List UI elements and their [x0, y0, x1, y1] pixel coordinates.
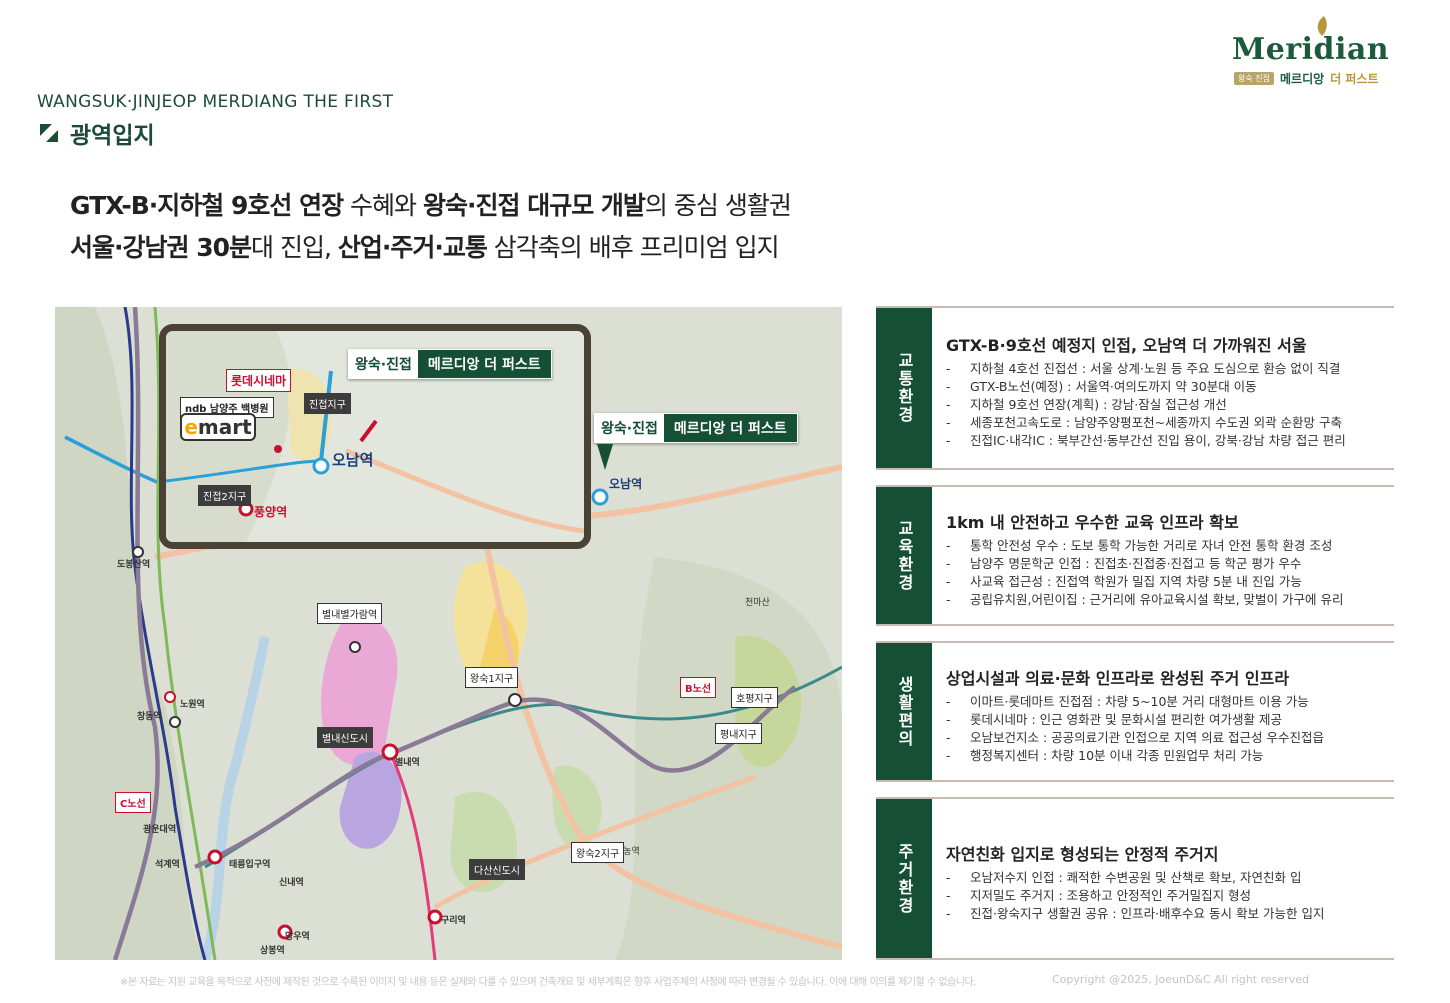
- list-item: 지저밀도 주거지 : 조용하고 안정적인 주거밀집지 형성: [946, 887, 1386, 905]
- list-item: 지하철 4호선 진접선 : 서울 상계·노원 등 주요 도심으로 환승 없이 직…: [946, 360, 1386, 378]
- panel-side: 교육환경: [876, 487, 932, 624]
- wangsuk1-tag: 왕숙1지구: [465, 667, 519, 688]
- section-title: 광역입지: [38, 116, 155, 150]
- seokgye-label: 석계역: [155, 860, 180, 870]
- list-item: GTX-B노선(예정) : 서울역·여의도까지 약 30분대 이동: [946, 378, 1386, 396]
- headline-segment: 왕숙·진접 대규모 개발: [423, 191, 646, 220]
- headline-segment: 서울·강남권 30분: [70, 233, 252, 262]
- list-item: 이마트·롯데마트 진접점 : 차량 5~10분 거리 대형마트 이용 가능: [946, 693, 1386, 711]
- list-item: 남양주 명문학군 인접 : 진접초·진접중·진접고 등 학군 평가 우수: [946, 555, 1386, 573]
- panel-education: 교육환경 1km 내 안전하고 우수한 교육 인프라 확보 통학 안전성 우수 …: [876, 485, 1394, 626]
- sangbong-label: 상봉역: [260, 946, 285, 956]
- dobong-label: 도봉산역: [117, 560, 151, 570]
- jinjeop2-district-tag: 진접2지구: [198, 485, 252, 506]
- onam-station-main-label: 오남역: [609, 477, 643, 491]
- list-item: 세종포천고속도로 : 남양주양평포천~세종까지 수도권 외곽 순환망 구축: [946, 414, 1386, 432]
- headline-segment: 대 진입,: [251, 233, 338, 262]
- wangsuk2-tag: 왕숙2지구: [571, 842, 625, 863]
- list-item: 지하철 9호선 연장(계획) : 강남·잠실 접근성 개선: [946, 396, 1386, 414]
- regional-map: 오남역 왕숙·진접 메르디앙 더 퍼스트 도봉산역 노원역 창동역 광운대역 석…: [55, 307, 842, 960]
- panel-side: 생활편의: [876, 643, 932, 780]
- taereung-label: 태릉입구역: [229, 860, 271, 870]
- logo-sub-a: 메르디앙: [1279, 72, 1325, 86]
- disclaimer: ※본 자료는 지원 교육을 목적으로 사전에 제작된 것으로 수록된 이미지 및…: [120, 977, 976, 988]
- panel-content: 자연친화 입지로 형성되는 안정적 주거지 오남저수지 인접 : 쾌적한 수변공…: [946, 841, 1386, 923]
- lotte-cinema-tag: 롯데시네마: [226, 369, 292, 392]
- panel-side: 주거환경: [876, 799, 932, 958]
- list-item: 진접·왕숙지구 생활권 공유 : 인프라·배후수요 동시 확보 가능한 입지: [946, 905, 1386, 923]
- section-mark-icon: [40, 124, 58, 142]
- mangu-label: 망우역: [285, 932, 310, 942]
- meridian-logo: Meridian 왕숙 진접 메르디앙 더 퍼스트: [1228, 14, 1390, 90]
- site-label-inset-b: 메르디앙 더 퍼스트: [417, 350, 551, 378]
- headline-line-2: 서울·강남권 30분대 진입, 산업·주거·교통 삼각축의 배후 프리미엄 입지: [70, 228, 780, 264]
- panel-side: 교통환경: [876, 308, 932, 468]
- panel-transport: 교통환경 GTX-B·9호선 예정지 인접, 오남역 더 가까워진 서울 지하철…: [876, 306, 1394, 470]
- gtx-b-badge: B노선: [680, 677, 717, 698]
- nowon-label: 노원역: [180, 700, 205, 710]
- headline-segment: GTX-B·지하철 9호선 연장: [70, 191, 344, 220]
- list-item: 오남보건지소 : 공공의료기관 인접으로 지역 의료 접근성 우수진접읍: [946, 729, 1386, 747]
- guri-label: 구리역: [441, 916, 466, 926]
- map-inset: 롯데시네마 ndb 남양주 백병원 e mart 진접지구 진접2지구 오남역 풍…: [159, 324, 591, 549]
- jinjeop-district-tag: 진접지구: [304, 393, 351, 414]
- headline-segment: 삼각축의 배후 프리미엄 입지: [486, 233, 780, 262]
- site-label-inset-a: 왕숙·진접: [349, 350, 418, 378]
- list-item: 행정복지센터 : 차량 10분 이내 각종 민원업무 처리 가능: [946, 747, 1386, 765]
- list-item: 롯데시네마 : 인근 영화관 및 문화시설 편리한 여가생활 제공: [946, 711, 1386, 729]
- section-title-text: 광역입지: [70, 123, 155, 149]
- logo-sub-b: 더 퍼스트: [1330, 72, 1379, 86]
- pyeongnae-tag: 평내지구: [715, 723, 762, 744]
- panel-content: 1km 내 안전하고 우수한 교육 인프라 확보 통학 안전성 우수 : 도보 …: [946, 509, 1386, 609]
- panel-title: GTX-B·9호선 예정지 인접, 오남역 더 가까워진 서울: [946, 336, 1307, 355]
- panel-list: 오남저수지 인접 : 쾌적한 수변공원 및 산책로 확보, 자연친화 입 지저밀…: [946, 869, 1386, 923]
- panel-content: 상업시설과 의료·문화 인프라로 완성된 주거 인프라 이마트·롯데마트 진접점…: [946, 665, 1386, 765]
- site-label-main-b: 메르디앙 더 퍼스트: [663, 414, 797, 442]
- panel-residential: 주거환경 자연친화 입지로 형성되는 안정적 주거지 오남저수지 인접 : 쾌적…: [876, 797, 1394, 960]
- changdong-label: 창동역: [137, 712, 162, 722]
- site-pointer-icon: [597, 444, 613, 470]
- panel-living: 생활편의 상업시설과 의료·문화 인프라로 완성된 주거 인프라 이마트·롯데마…: [876, 641, 1394, 782]
- list-item: 통학 안전성 우수 : 도보 통학 가능한 거리로 자녀 안전 통학 환경 조성: [946, 537, 1386, 555]
- hopyeong-tag: 호평지구: [731, 687, 778, 708]
- logo-subtitle: 왕숙 진접 메르디앙 더 퍼스트: [1234, 70, 1379, 87]
- pungyang-station-label: 풍양역: [254, 505, 288, 519]
- panel-content: GTX-B·9호선 예정지 인접, 오남역 더 가까워진 서울 지하철 4호선 …: [946, 332, 1386, 450]
- panel-title: 자연친화 입지로 형성되는 안정적 주거지: [946, 845, 1219, 864]
- logo-wordmark: Meridian: [1232, 32, 1390, 67]
- english-title: WANGSUK·JINJEOP MERDIANG THE FIRST: [37, 92, 394, 112]
- gtx-c-badge: C노선: [115, 792, 151, 813]
- panel-title: 1km 내 안전하고 우수한 교육 인프라 확보: [946, 513, 1239, 532]
- byeollae-label: 별내역: [395, 758, 420, 768]
- byeollae-station-tag: 별내별가람역: [317, 603, 383, 624]
- byeollae-district-tag: 별내신도시: [317, 727, 373, 748]
- headline-line-1: GTX-B·지하철 9호선 연장 수혜와 왕숙·진접 대규모 개발의 중심 생활…: [70, 186, 792, 222]
- gwangun-label: 광운대역: [143, 825, 177, 835]
- panel-list: 통학 안전성 우수 : 도보 통학 가능한 거리로 자녀 안전 통학 환경 조성…: [946, 537, 1386, 609]
- headline-segment: 의 중심 생활권: [644, 191, 792, 220]
- list-item: 사교육 접근성 : 진접역 학원가 밀집 지역 차량 5분 내 진입 가능: [946, 573, 1386, 591]
- dasan-tag: 다산신도시: [469, 859, 525, 880]
- panel-list: 이마트·롯데마트 진접점 : 차량 5~10분 거리 대형마트 이용 가능 롯데…: [946, 693, 1386, 765]
- list-item: 오남저수지 인접 : 쾌적한 수변공원 및 산책로 확보, 자연친화 입: [946, 869, 1386, 887]
- site-label-main-a: 왕숙·진접: [595, 414, 664, 442]
- headline-segment: 산업·주거·교통: [337, 233, 488, 262]
- sinnae-label: 신내역: [279, 878, 304, 888]
- headline-segment: 수혜와: [343, 191, 424, 220]
- list-item: 공립유치원,어린이집 : 근거리에 유아교육시설 확보, 맞벌이 가구에 유리: [946, 591, 1386, 609]
- panel-title: 상업시설과 의료·문화 인프라로 완성된 주거 인프라: [946, 669, 1290, 688]
- onam-station-inset-label: 오남역: [332, 451, 374, 469]
- list-item: 진접IC·내각IC : 북부간선·동부간선 진입 용이, 강북·강남 차량 접근…: [946, 432, 1386, 450]
- site-label-main: 왕숙·진접 메르디앙 더 퍼스트: [594, 413, 798, 443]
- copyright: Copyright @2025, JoeunD&C All right rese…: [1052, 973, 1309, 986]
- site-label-inset: 왕숙·진접 메르디앙 더 퍼스트: [348, 349, 552, 379]
- logo-badge: 왕숙 진접: [1234, 72, 1274, 85]
- panel-list: 지하철 4호선 진접선 : 서울 상계·노원 등 주요 도심으로 환승 없이 직…: [946, 360, 1386, 450]
- cheonmasan-label: 천마산: [745, 598, 770, 608]
- emart-logo: e mart: [180, 413, 256, 441]
